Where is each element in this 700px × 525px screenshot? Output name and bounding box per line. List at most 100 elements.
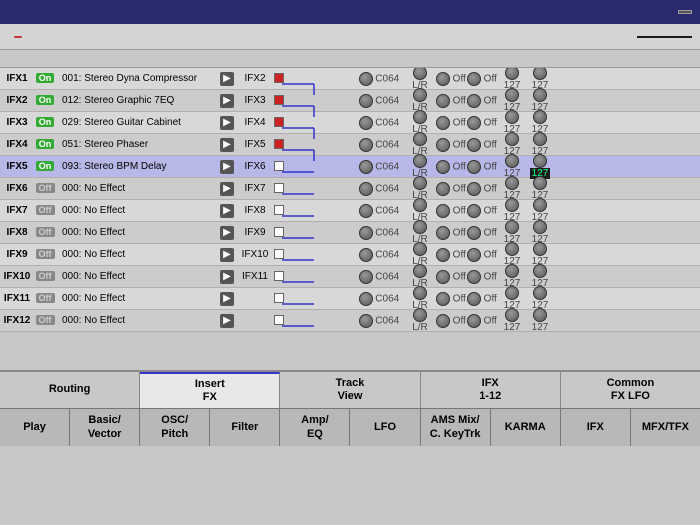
send2-knob[interactable] [533,110,547,124]
row-chain-to[interactable]: IFX3 [236,95,274,106]
pan-knob[interactable] [359,116,373,130]
nav-tab-play[interactable]: Play [0,409,70,446]
row-effect-name[interactable]: 029: Stereo Guitar Cabinet [58,117,218,128]
send1-knob[interactable] [505,176,519,190]
ctrl-bus-knob[interactable] [467,182,481,196]
row-chain-to[interactable]: IFX4 [236,117,274,128]
table-row[interactable]: IFX2 On 012: Stereo Graphic 7EQ ▶ IFX3 C… [0,90,700,112]
table-row[interactable]: IFX5 On 093: Stereo BPM Delay ▶ IFX6 C06… [0,156,700,178]
send1-knob[interactable] [505,110,519,124]
ctrl-bus-knob[interactable] [467,314,481,328]
row-effect-name[interactable]: 000: No Effect [58,271,218,282]
tempo-value[interactable] [637,36,692,38]
row-effect-name[interactable]: 000: No Effect [58,315,218,326]
row-pan[interactable]: C064 [354,270,404,284]
row-onoff[interactable]: Off [32,183,58,194]
pan-knob[interactable] [359,292,373,306]
row-ctrl-bus[interactable]: Off [466,270,498,284]
table-row[interactable]: IFX1 On 001: Stereo Dyna Compressor ▶ IF… [0,68,700,90]
table-row[interactable]: IFX6 Off 000: No Effect ▶ IFX7 C064 L/R … [0,178,700,200]
row-effect-name[interactable]: 051: Stereo Phaser [58,139,218,150]
table-row[interactable]: IFX3 On 029: Stereo Guitar Cabinet ▶ IFX… [0,112,700,134]
row-onoff[interactable]: Off [32,315,58,326]
rec-bus-knob[interactable] [436,72,450,86]
send2-knob[interactable] [533,176,547,190]
on-badge[interactable]: On [36,73,55,83]
row-ctrl-bus[interactable]: Off [466,116,498,130]
pan-knob[interactable] [359,72,373,86]
tab-routing[interactable]: Routing [0,372,140,408]
row-ctrl-bus[interactable]: Off [466,94,498,108]
row-chain-to[interactable]: IFX11 [236,271,274,282]
bus-sel-knob[interactable] [413,88,427,102]
send1-knob[interactable] [505,88,519,102]
row-rec-bus[interactable]: Off [436,248,466,262]
row-pan[interactable]: C064 [354,314,404,328]
chain-box-filled[interactable] [274,139,284,149]
send2-knob[interactable] [533,198,547,212]
rec-bus-knob[interactable] [436,270,450,284]
row-rec-bus[interactable]: Off [436,138,466,152]
bus-sel-knob[interactable] [413,198,427,212]
row-pan[interactable]: C064 [354,226,404,240]
chain-arrow-btn[interactable]: ▶ [218,226,236,240]
row-effect-name[interactable]: 001: Stereo Dyna Compressor [58,73,218,84]
bus-sel-knob[interactable] [413,264,427,278]
chain-arrow-btn[interactable]: ▶ [218,182,236,196]
nav-tab-basic-vector[interactable]: Basic/ Vector [70,409,140,446]
row-rec-bus[interactable]: Off [436,226,466,240]
chain-arrow-btn[interactable]: ▶ [218,94,236,108]
table-row[interactable]: IFX10 Off 000: No Effect ▶ IFX11 C064 L/… [0,266,700,288]
ctrl-bus-knob[interactable] [467,138,481,152]
tab-common-fx-lfo[interactable]: Common FX LFO [561,372,700,408]
row-effect-name[interactable]: 000: No Effect [58,227,218,238]
bus-sel-knob[interactable] [413,220,427,234]
chain-arrow-btn[interactable]: ▶ [218,160,236,174]
pan-knob[interactable] [359,138,373,152]
pan-knob[interactable] [359,182,373,196]
send2-knob[interactable] [533,154,547,168]
ctrl-bus-knob[interactable] [467,72,481,86]
bus-sel-knob[interactable] [413,68,427,80]
rec-bus-knob[interactable] [436,204,450,218]
nav-tab-ifx[interactable]: IFX [561,409,631,446]
rec-bus-knob[interactable] [436,248,450,262]
row-rec-bus[interactable]: Off [436,204,466,218]
send1-knob[interactable] [505,286,519,300]
chain-arrow-btn[interactable]: ▶ [218,248,236,262]
nav-tab-karma[interactable]: KARMA [491,409,561,446]
send1-knob[interactable] [505,154,519,168]
bus-sel-knob[interactable] [413,286,427,300]
row-onoff[interactable]: On [32,73,58,84]
off-badge[interactable]: Off [36,271,55,281]
table-row[interactable]: IFX8 Off 000: No Effect ▶ IFX9 C064 L/R … [0,222,700,244]
bus-sel-knob[interactable] [413,110,427,124]
on-badge[interactable]: On [36,117,55,127]
ctrl-bus-knob[interactable] [467,116,481,130]
row-pan[interactable]: C064 [354,248,404,262]
row-pan[interactable]: C064 [354,204,404,218]
tab-insert-fx[interactable]: Insert FX [140,372,280,408]
row-rec-bus[interactable]: Off [436,72,466,86]
nav-tab-osc-pitch[interactable]: OSC/ Pitch [140,409,210,446]
row-effect-name[interactable]: 000: No Effect [58,293,218,304]
row-effect-name[interactable]: 012: Stereo Graphic 7EQ [58,95,218,106]
send2-knob[interactable] [533,220,547,234]
bus-sel-knob[interactable] [413,308,427,322]
bus-sel-knob[interactable] [413,242,427,256]
row-ctrl-bus[interactable]: Off [466,138,498,152]
off-badge[interactable]: Off [36,315,55,325]
pan-knob[interactable] [359,94,373,108]
row-onoff[interactable]: Off [32,293,58,304]
off-badge[interactable]: Off [36,293,55,303]
row-rec-bus[interactable]: Off [436,182,466,196]
row-effect-name[interactable]: 000: No Effect [58,205,218,216]
row-onoff[interactable]: Off [32,227,58,238]
row-rec-bus[interactable]: Off [436,292,466,306]
ctrl-bus-knob[interactable] [467,160,481,174]
table-row[interactable]: IFX4 On 051: Stereo Phaser ▶ IFX5 C064 L… [0,134,700,156]
chain-arrow-btn[interactable]: ▶ [218,116,236,130]
row-pan[interactable]: C064 [354,116,404,130]
row-chain-to[interactable]: IFX6 [236,161,274,172]
send1-knob[interactable] [505,132,519,146]
